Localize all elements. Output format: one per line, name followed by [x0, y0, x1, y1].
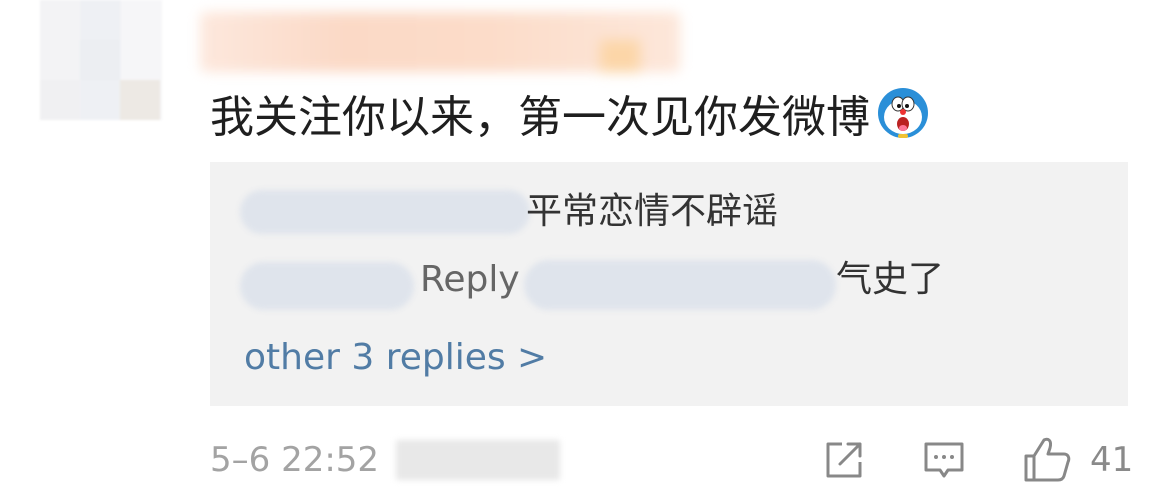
- more-replies-link[interactable]: other 3 replies >: [244, 330, 547, 386]
- like-count: 41: [1090, 440, 1134, 480]
- doraemon-emoji-icon: [878, 88, 928, 138]
- share-icon[interactable]: [822, 438, 866, 482]
- timestamp: 5–6 22:52: [210, 440, 380, 480]
- reply-username-redacted[interactable]: [240, 190, 530, 234]
- comment-footer: 5–6 22:52 41: [210, 432, 1140, 488]
- replies-panel: 平常恋情不辟谣 Reply 气史了 other 3 replies >: [210, 162, 1128, 406]
- reply-item[interactable]: Reply 气史了: [210, 258, 1128, 314]
- avatar[interactable]: [40, 0, 162, 120]
- comment-text: 我关注你以来，第一次见你发微博: [210, 92, 870, 143]
- source-redacted: [396, 440, 560, 480]
- reply-text: 气史了: [836, 259, 945, 300]
- comment-icon[interactable]: [922, 438, 966, 482]
- username-redacted[interactable]: [200, 12, 680, 72]
- like-icon[interactable]: [1022, 434, 1072, 484]
- reply-target-redacted[interactable]: [524, 260, 836, 310]
- comment-body: 我关注你以来，第一次见你发微博: [210, 86, 930, 148]
- reply-item[interactable]: 平常恋情不辟谣: [210, 184, 1128, 240]
- reply-text: 平常恋情不辟谣: [526, 191, 779, 232]
- reply-username-redacted[interactable]: [240, 262, 414, 310]
- reply-label: Reply: [420, 259, 520, 300]
